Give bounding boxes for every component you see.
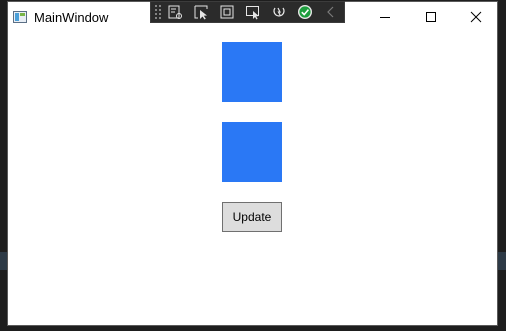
blue-square-top — [222, 42, 282, 102]
select-element-icon — [194, 5, 208, 20]
collapse-toolbar-button[interactable] — [318, 2, 344, 22]
hot-reload-button[interactable] — [266, 2, 292, 22]
minimize-button[interactable] — [362, 2, 408, 32]
display-layout-adorners-icon — [220, 5, 234, 19]
binding-status-button[interactable] — [292, 2, 318, 22]
main-window: MainWindow Update — [7, 1, 498, 326]
blue-square-bottom — [222, 122, 282, 182]
live-visual-tree-button[interactable] — [162, 2, 188, 22]
display-layout-adorners-button[interactable] — [214, 2, 240, 22]
maximize-icon — [426, 12, 436, 22]
live-visual-tree-icon — [168, 5, 182, 19]
binding-success-icon — [298, 5, 312, 19]
collapse-icon — [327, 6, 334, 18]
select-element-button[interactable] — [188, 2, 214, 22]
wpf-debug-toolbar — [150, 1, 345, 23]
track-focused-element-button[interactable] — [240, 2, 266, 22]
close-icon — [470, 11, 482, 23]
window-title: MainWindow — [34, 10, 109, 25]
app-icon — [13, 11, 27, 23]
ide-background-right — [498, 252, 506, 270]
update-button[interactable]: Update — [222, 202, 282, 232]
track-focused-element-icon — [246, 6, 259, 20]
hot-reload-icon — [273, 7, 285, 17]
minimize-icon — [380, 17, 390, 18]
maximize-button[interactable] — [408, 2, 454, 32]
toolbar-grip[interactable] — [154, 4, 162, 20]
close-button[interactable] — [453, 2, 499, 32]
